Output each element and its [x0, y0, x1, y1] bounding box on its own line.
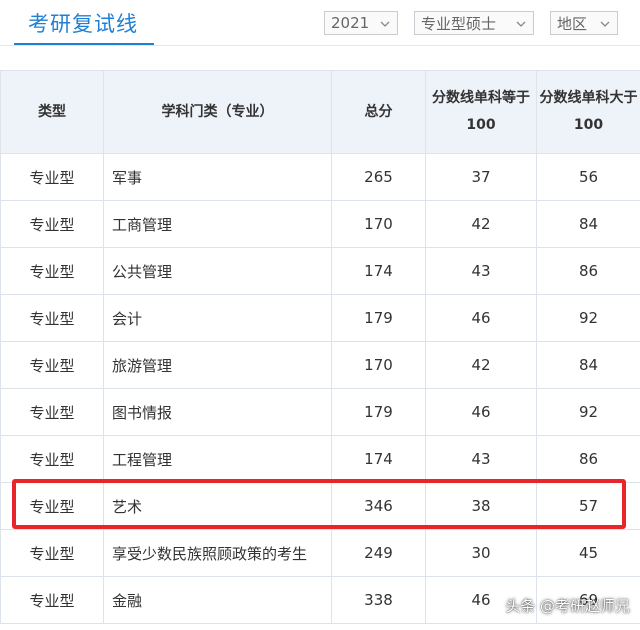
cell-subject: 享受少数民族照顾政策的考生: [103, 529, 332, 577]
cell-total: 265: [331, 153, 426, 201]
cell-type: 专业型: [0, 529, 104, 577]
cell-total: 179: [331, 294, 426, 342]
cell-total: 249: [331, 529, 426, 577]
column-header-single-eq-100: 分数线单科等于100: [425, 70, 537, 154]
chevron-down-icon: [513, 16, 529, 32]
cell-single-gt-100: 84: [536, 200, 640, 248]
cell-type: 专业型: [0, 153, 104, 201]
table-row-highlighted: 专业型 艺术 346 38 57: [0, 482, 640, 530]
cell-total: 174: [331, 435, 426, 483]
table-row: 专业型 工商管理 170 42 84: [0, 200, 640, 248]
table-row: 专业型 享受少数民族照顾政策的考生 249 30 45: [0, 529, 640, 577]
cell-type: 专业型: [0, 388, 104, 436]
table-row: 专业型 公共管理 174 43 86: [0, 247, 640, 295]
cell-total: 179: [331, 388, 426, 436]
cell-subject: 工程管理: [103, 435, 332, 483]
cell-single-gt-100: 56: [536, 153, 640, 201]
year-select[interactable]: 2021: [324, 11, 398, 35]
watermark: 头条 @考研赵师兄: [505, 597, 630, 615]
table-row: 专业型 工程管理 174 43 86: [0, 435, 640, 483]
column-header-single-gt-100: 分数线单科大于100: [536, 70, 640, 154]
cell-type: 专业型: [0, 200, 104, 248]
cell-single-gt-100: 57: [536, 482, 640, 530]
cell-single-eq-100: 46: [425, 388, 537, 436]
region-select-value: 地区: [557, 14, 588, 33]
cell-single-gt-100: 92: [536, 294, 640, 342]
cell-total: 170: [331, 200, 426, 248]
region-select[interactable]: 地区: [550, 11, 618, 35]
cell-type: 专业型: [0, 294, 104, 342]
cell-single-gt-100: 92: [536, 388, 640, 436]
degree-type-select[interactable]: 专业型硕士: [414, 11, 534, 35]
cell-single-eq-100: 42: [425, 341, 537, 389]
cell-single-gt-100: 84: [536, 341, 640, 389]
cell-single-eq-100: 38: [425, 482, 537, 530]
table-row: 专业型 图书情报 179 46 92: [0, 388, 640, 436]
cell-subject: 旅游管理: [103, 341, 332, 389]
cell-type: 专业型: [0, 341, 104, 389]
cell-type: 专业型: [0, 435, 104, 483]
cell-single-gt-100: 86: [536, 435, 640, 483]
column-header-total: 总分: [331, 70, 426, 154]
degree-type-select-value: 专业型硕士: [421, 14, 497, 33]
year-select-value: 2021: [331, 14, 370, 32]
cell-subject: 艺术: [103, 482, 332, 530]
cell-total: 174: [331, 247, 426, 295]
cell-type: 专业型: [0, 482, 104, 530]
cell-subject: 会计: [103, 294, 332, 342]
table-row: 专业型 军事 265 37 56: [0, 153, 640, 201]
cell-type: 专业型: [0, 247, 104, 295]
cell-subject: 工商管理: [103, 200, 332, 248]
score-table: 类型 学科门类（专业） 总分 分数线单科等于100 分数线单科大于100 专业型…: [0, 70, 640, 624]
cell-subject: 图书情报: [103, 388, 332, 436]
column-header-subject: 学科门类（专业）: [103, 70, 332, 154]
cell-total: 346: [331, 482, 426, 530]
chevron-down-icon: [377, 16, 393, 32]
cell-single-gt-100: 45: [536, 529, 640, 577]
cell-single-eq-100: 30: [425, 529, 537, 577]
column-header-type: 类型: [0, 70, 104, 154]
cell-type: 专业型: [0, 576, 104, 624]
cell-total: 170: [331, 341, 426, 389]
cell-subject: 军事: [103, 153, 332, 201]
cell-single-eq-100: 43: [425, 247, 537, 295]
chevron-down-icon: [597, 16, 613, 32]
page-title: 考研复试线: [28, 12, 138, 36]
table-header-row: 类型 学科门类（专业） 总分 分数线单科等于100 分数线单科大于100: [0, 70, 640, 154]
cell-total: 338: [331, 576, 426, 624]
cell-subject: 公共管理: [103, 247, 332, 295]
table-row: 专业型 会计 179 46 92: [0, 294, 640, 342]
cell-single-eq-100: 43: [425, 435, 537, 483]
cell-single-gt-100: 86: [536, 247, 640, 295]
cell-single-eq-100: 37: [425, 153, 537, 201]
cell-subject: 金融: [103, 576, 332, 624]
title-divider: [0, 45, 640, 46]
cell-single-eq-100: 46: [425, 294, 537, 342]
table-row: 专业型 旅游管理 170 42 84: [0, 341, 640, 389]
cell-single-eq-100: 42: [425, 200, 537, 248]
